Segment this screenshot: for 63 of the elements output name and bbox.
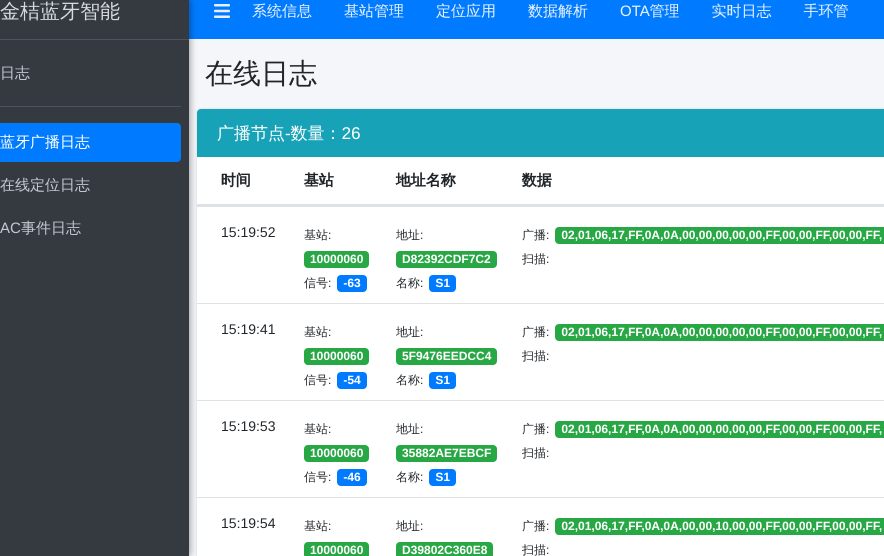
nav-link[interactable]: 手环管 xyxy=(804,4,849,20)
page-title: 在线日志 xyxy=(205,57,318,91)
field-label: 扫描: xyxy=(522,542,550,556)
field-label: 基站: xyxy=(304,324,332,340)
column-header: 数据 xyxy=(522,171,553,190)
nav-link[interactable]: 数据解析 xyxy=(528,4,588,20)
field-label: 信号: xyxy=(304,372,332,388)
station-id-badge: 10000060 xyxy=(304,542,370,556)
station-id-badge: 10000060 xyxy=(304,250,370,268)
menu-icon[interactable] xyxy=(214,4,230,18)
signal-badge: -54 xyxy=(337,372,367,388)
brand-name: 金桔蓝牙智能 xyxy=(0,0,120,24)
field-label: 基站: xyxy=(304,420,332,438)
card-title: 广播节点-数量：26 xyxy=(217,122,361,144)
name-badge: S1 xyxy=(429,274,456,292)
field-label: 基站: xyxy=(304,226,332,244)
field-label: 广播: xyxy=(522,518,550,534)
time-cell-text: 15:19:54 xyxy=(221,514,276,533)
station-id-badge: 10000060 xyxy=(304,348,370,364)
sidebar-group-label[interactable]: 日志 xyxy=(0,64,30,82)
field-label: 广播: xyxy=(522,226,550,244)
field-label: 扫描: xyxy=(522,348,550,364)
signal-badge: -46 xyxy=(337,468,367,486)
broadcast-data-badge: 02,01,06,17,FF,0A,0A,00,00,00,00,00,FF,00,00,FF,00,00,FF, xyxy=(555,420,884,438)
name-badge: S1 xyxy=(429,372,456,388)
nav-link[interactable]: 定位应用 xyxy=(436,4,496,20)
time-cell-text: 15:19:53 xyxy=(221,417,276,436)
nav-link[interactable]: 基站管理 xyxy=(344,4,404,20)
address-badge: 35882AE7EBCF xyxy=(396,444,498,462)
name-badge: S1 xyxy=(429,468,456,486)
column-header: 时间 xyxy=(221,171,252,190)
signal-badge: -63 xyxy=(337,274,367,292)
field-label: 地址: xyxy=(396,420,424,438)
field-label: 地址: xyxy=(396,226,424,244)
column-header: 基站 xyxy=(304,171,335,190)
sidebar-item[interactable]: 在线定位日志 xyxy=(0,166,181,205)
time-cell-text: 15:19:52 xyxy=(221,223,276,242)
field-label: 扫描: xyxy=(522,444,550,462)
broadcast-data-badge: 02,01,06,17,FF,0A,0A,00,00,00,00,00,FF,00,00,FF,00,00,FF, xyxy=(555,324,884,340)
nav-link[interactable]: OTA管理 xyxy=(620,4,680,20)
column-header: 地址名称 xyxy=(396,171,457,190)
field-label: 信号: xyxy=(304,468,332,486)
field-label: 广播: xyxy=(522,324,550,340)
field-label: 基站: xyxy=(304,518,332,534)
field-label: 信号: xyxy=(304,274,332,292)
field-label: 广播: xyxy=(522,420,550,438)
address-badge: D39802C360E8 xyxy=(396,542,494,556)
broadcast-data-badge: 02,01,06,17,FF,0A,0A,00,00,10,00,00,FF,00,00,FF,00,00,FF, xyxy=(555,518,884,534)
nav-link[interactable]: 系统信息 xyxy=(252,4,312,20)
sidebar-item[interactable]: AC事件日志 xyxy=(0,209,181,248)
field-label: 名称: xyxy=(396,274,424,292)
field-label: 名称: xyxy=(396,468,424,486)
broadcast-data-badge: 02,01,06,17,FF,0A,0A,00,00,00,00,00,FF,00,00,FF,00,00,FF, xyxy=(555,226,884,244)
address-badge: 5F9476EEDCC4 xyxy=(396,348,498,364)
station-id-badge: 10000060 xyxy=(304,444,370,462)
address-badge: D82392CDF7C2 xyxy=(396,250,497,268)
time-cell-text: 15:19:41 xyxy=(221,320,276,339)
nav-link[interactable]: 实时日志 xyxy=(712,4,772,20)
field-label: 地址: xyxy=(396,518,424,534)
field-label: 名称: xyxy=(396,372,424,388)
field-label: 地址: xyxy=(396,324,424,340)
field-label: 扫描: xyxy=(522,250,550,268)
sidebar-item[interactable]: 蓝牙广播日志 xyxy=(0,123,181,162)
